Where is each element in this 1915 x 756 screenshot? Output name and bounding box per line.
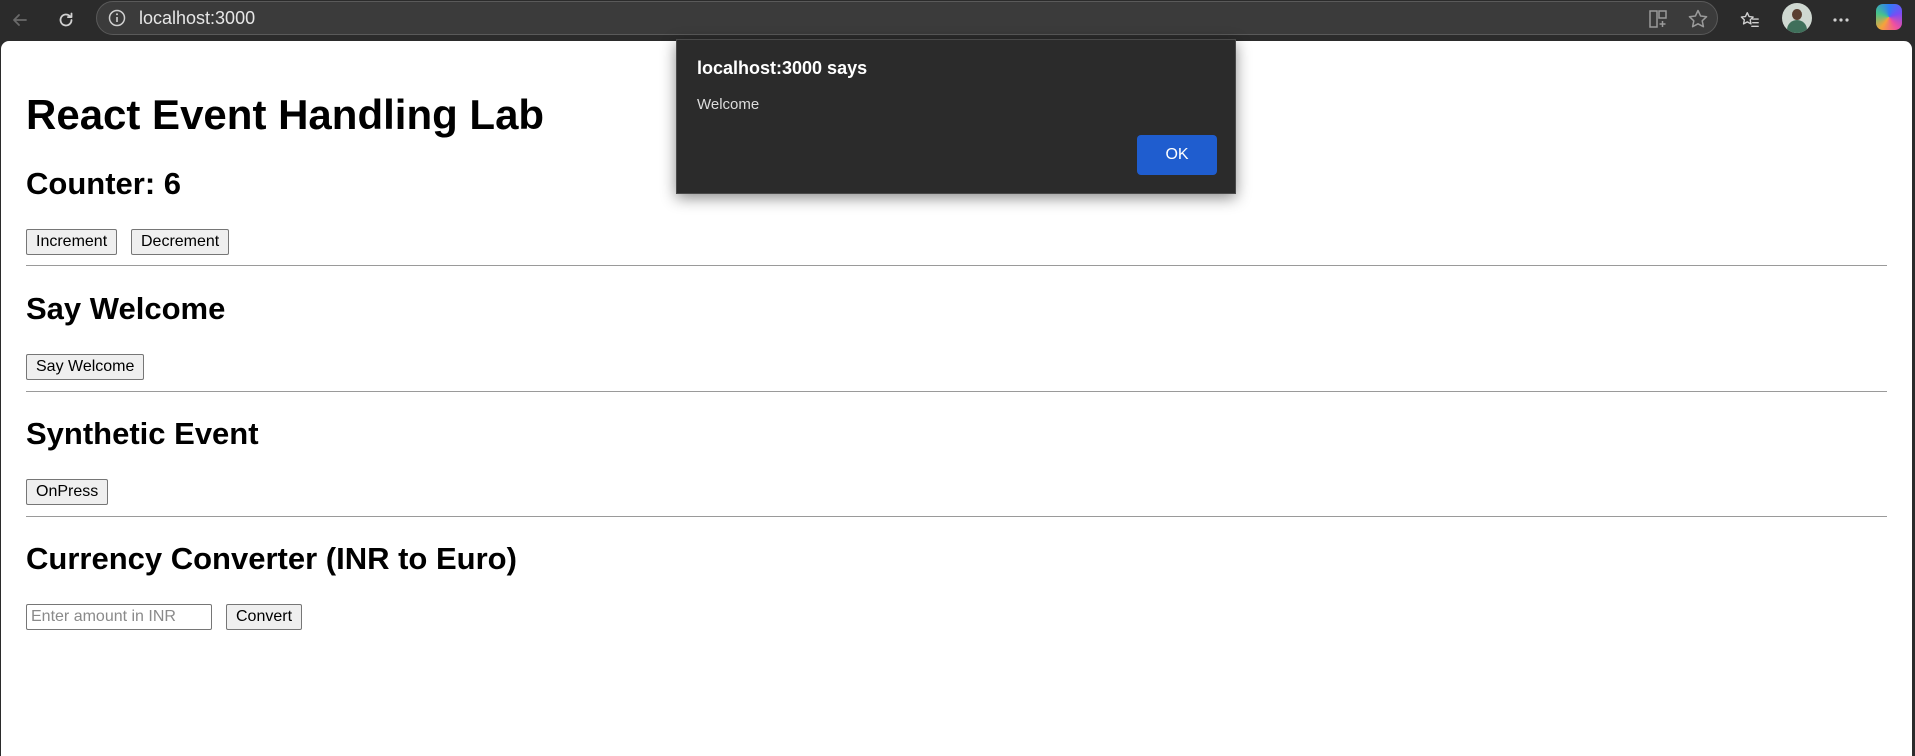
back-arrow-icon[interactable] (6, 6, 34, 34)
split-screen-icon[interactable] (1647, 8, 1669, 30)
section-divider (26, 265, 1887, 266)
favorites-icon[interactable] (1736, 6, 1764, 34)
decrement-button[interactable]: Decrement (131, 229, 230, 255)
refresh-icon[interactable] (52, 6, 80, 34)
copilot-icon[interactable] (1876, 4, 1902, 30)
section-divider (26, 391, 1887, 392)
url-text[interactable]: localhost:3000 (139, 8, 255, 28)
dialog-title: localhost:3000 says (697, 58, 868, 78)
favorite-star-icon[interactable] (1687, 8, 1709, 30)
inr-amount-input[interactable] (26, 604, 212, 630)
address-bar[interactable]: localhost:3000 (96, 1, 1718, 35)
profile-avatar[interactable] (1782, 3, 1812, 33)
synthetic-heading: Synthetic Event (26, 416, 259, 451)
site-info-icon[interactable] (107, 8, 127, 28)
alert-dialog: localhost:3000 says Welcome OK (676, 39, 1236, 194)
dialog-message: Welcome (697, 96, 760, 113)
counter-heading: Counter: 6 (26, 166, 181, 201)
section-divider (26, 516, 1887, 517)
converter-heading: Currency Converter (INR to Euro) (26, 541, 517, 576)
onpress-button[interactable]: OnPress (26, 479, 109, 505)
welcome-heading: Say Welcome (26, 291, 226, 326)
say-welcome-button[interactable]: Say Welcome (26, 354, 145, 380)
convert-button[interactable]: Convert (226, 604, 303, 630)
more-options-icon[interactable] (1827, 6, 1855, 34)
ok-button[interactable]: OK (1137, 135, 1217, 175)
browser-toolbar: localhost:3000 (0, 0, 1915, 41)
page-title: React Event Handling Lab (26, 91, 545, 138)
increment-button[interactable]: Increment (26, 229, 118, 255)
